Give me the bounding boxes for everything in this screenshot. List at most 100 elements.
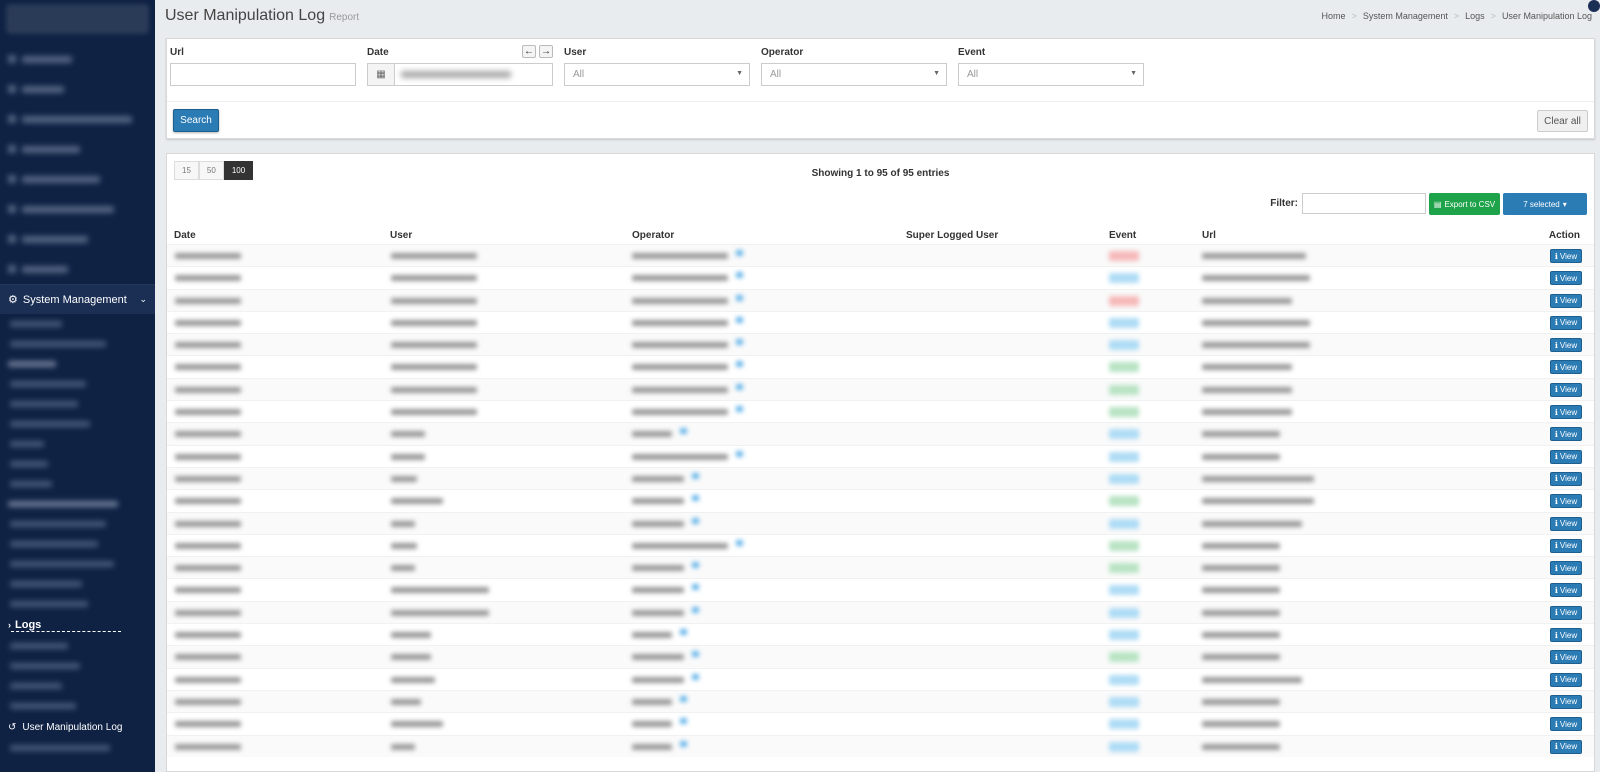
sidebar-subitem[interactable] bbox=[0, 594, 155, 614]
column-header-operator[interactable]: Operator bbox=[632, 230, 674, 241]
arrow-right-icon[interactable]: → bbox=[539, 45, 553, 58]
view-button[interactable]: ℹ View bbox=[1550, 249, 1582, 263]
sidebar-subitem[interactable] bbox=[0, 334, 155, 354]
sidebar-subitem[interactable] bbox=[0, 514, 155, 534]
view-button[interactable]: ℹ View bbox=[1550, 405, 1582, 420]
external-link-icon bbox=[736, 272, 743, 279]
url-input[interactable] bbox=[170, 63, 356, 86]
external-link-icon bbox=[692, 472, 699, 479]
sidebar-item[interactable] bbox=[0, 44, 155, 74]
view-button[interactable]: ℹ View bbox=[1550, 583, 1582, 598]
redacted-date bbox=[175, 275, 241, 282]
sidebar-subitem[interactable] bbox=[0, 314, 155, 334]
info-icon: ℹ bbox=[1554, 519, 1558, 529]
table-row: ℹ View bbox=[167, 355, 1594, 377]
view-button[interactable]: ℹ View bbox=[1550, 293, 1582, 308]
breadcrumb-logs[interactable]: Logs bbox=[1465, 11, 1485, 21]
sidebar-item[interactable] bbox=[0, 224, 155, 254]
view-button[interactable]: ℹ View bbox=[1550, 449, 1582, 464]
sidebar-item[interactable] bbox=[0, 74, 155, 104]
view-button[interactable]: ℹ View bbox=[1550, 382, 1582, 397]
sidebar-subitem[interactable] bbox=[0, 738, 155, 758]
sidebar-group-header bbox=[0, 494, 155, 514]
breadcrumb-home[interactable]: Home bbox=[1322, 11, 1346, 21]
user-select-value: All bbox=[573, 69, 585, 80]
event-badge bbox=[1109, 607, 1139, 618]
info-icon: ℹ bbox=[1554, 318, 1558, 328]
sidebar-item[interactable] bbox=[0, 254, 155, 284]
view-button-label: View bbox=[1559, 362, 1578, 372]
arrow-left-icon[interactable]: ← bbox=[522, 45, 536, 58]
external-link-icon bbox=[736, 294, 743, 301]
sidebar-subitem[interactable] bbox=[0, 474, 155, 494]
view-button[interactable]: ℹ View bbox=[1550, 561, 1582, 576]
view-button[interactable]: ℹ View bbox=[1550, 516, 1582, 531]
view-button[interactable]: ℹ View bbox=[1550, 338, 1582, 353]
info-icon: ℹ bbox=[1554, 630, 1558, 640]
sidebar-item-logs[interactable]: › Logs bbox=[0, 614, 155, 636]
view-button[interactable]: ℹ View bbox=[1550, 360, 1582, 375]
view-button[interactable]: ℹ View bbox=[1550, 650, 1582, 665]
user-filter: User All ▼ bbox=[564, 47, 750, 86]
sidebar-subitem[interactable] bbox=[0, 454, 155, 474]
sidebar-subitem[interactable] bbox=[0, 374, 155, 394]
sidebar-subitem[interactable] bbox=[0, 574, 155, 594]
sidebar-subitem[interactable] bbox=[0, 554, 155, 574]
redacted-user bbox=[391, 253, 477, 259]
column-select-button[interactable]: 7 selected ▾ bbox=[1503, 193, 1587, 215]
event-badge bbox=[1109, 473, 1139, 484]
sidebar-subitem[interactable] bbox=[0, 696, 155, 716]
operator-select[interactable]: All ▼ bbox=[761, 63, 947, 86]
column-header-super-logged-user[interactable]: Super Logged User bbox=[906, 230, 998, 241]
view-button[interactable]: ℹ View bbox=[1550, 739, 1582, 754]
redacted-user bbox=[391, 275, 477, 282]
table-row: ℹ View bbox=[167, 489, 1594, 511]
view-button[interactable]: ℹ View bbox=[1550, 605, 1582, 620]
view-button[interactable]: ℹ View bbox=[1550, 494, 1582, 509]
view-button[interactable]: ℹ View bbox=[1550, 672, 1582, 687]
info-icon: ℹ bbox=[1554, 742, 1558, 752]
redacted-operator bbox=[632, 297, 728, 304]
view-button[interactable]: ℹ View bbox=[1550, 717, 1582, 732]
user-select[interactable]: All ▼ bbox=[564, 63, 750, 86]
column-header-event[interactable]: Event bbox=[1109, 230, 1136, 241]
breadcrumb-system-management[interactable]: System Management bbox=[1363, 11, 1448, 21]
user-avatar[interactable] bbox=[1588, 0, 1600, 12]
redacted-operator bbox=[632, 364, 728, 371]
view-button[interactable]: ℹ View bbox=[1550, 628, 1582, 643]
sidebar-subitem[interactable] bbox=[0, 434, 155, 454]
sidebar-subitem[interactable] bbox=[0, 414, 155, 434]
sidebar-subitem[interactable] bbox=[0, 394, 155, 414]
sidebar-section-system-management[interactable]: ⚙ System Management ⌄ bbox=[0, 284, 155, 314]
view-button[interactable]: ℹ View bbox=[1550, 538, 1582, 553]
sidebar-subitem[interactable] bbox=[0, 656, 155, 676]
sidebar-subitem[interactable] bbox=[0, 534, 155, 554]
column-header-date[interactable]: Date bbox=[174, 230, 196, 241]
sidebar-item[interactable] bbox=[0, 164, 155, 194]
filter-input[interactable] bbox=[1302, 193, 1426, 214]
redacted-operator bbox=[632, 319, 728, 326]
sidebar-item[interactable] bbox=[0, 104, 155, 134]
event-select[interactable]: All ▼ bbox=[958, 63, 1144, 86]
sidebar-subitem[interactable] bbox=[0, 636, 155, 656]
view-button[interactable]: ℹ View bbox=[1550, 471, 1582, 486]
column-header-user[interactable]: User bbox=[390, 230, 412, 241]
event-badge bbox=[1109, 317, 1139, 328]
table-row: ℹ View bbox=[167, 422, 1594, 445]
view-button-label: View bbox=[1559, 318, 1578, 328]
view-button[interactable]: ℹ View bbox=[1550, 694, 1582, 709]
view-button[interactable]: ℹ View bbox=[1550, 427, 1582, 442]
info-icon: ℹ bbox=[1554, 652, 1558, 662]
clear-all-button[interactable]: Clear all bbox=[1537, 110, 1588, 132]
sidebar-item[interactable] bbox=[0, 134, 155, 164]
date-range-input[interactable]: ▦ bbox=[367, 63, 553, 86]
view-button[interactable]: ℹ View bbox=[1550, 271, 1582, 286]
sidebar-subitem[interactable] bbox=[0, 676, 155, 696]
sidebar-item[interactable] bbox=[0, 194, 155, 224]
export-csv-button[interactable]: ▤ Export to CSV bbox=[1429, 193, 1500, 215]
redacted-date bbox=[175, 253, 241, 259]
search-button[interactable]: Search bbox=[173, 109, 219, 132]
column-header-url[interactable]: Url bbox=[1202, 230, 1216, 241]
sidebar-item-user-manipulation-log[interactable]: ↺ User Manipulation Log bbox=[0, 716, 155, 738]
view-button[interactable]: ℹ View bbox=[1550, 315, 1582, 330]
